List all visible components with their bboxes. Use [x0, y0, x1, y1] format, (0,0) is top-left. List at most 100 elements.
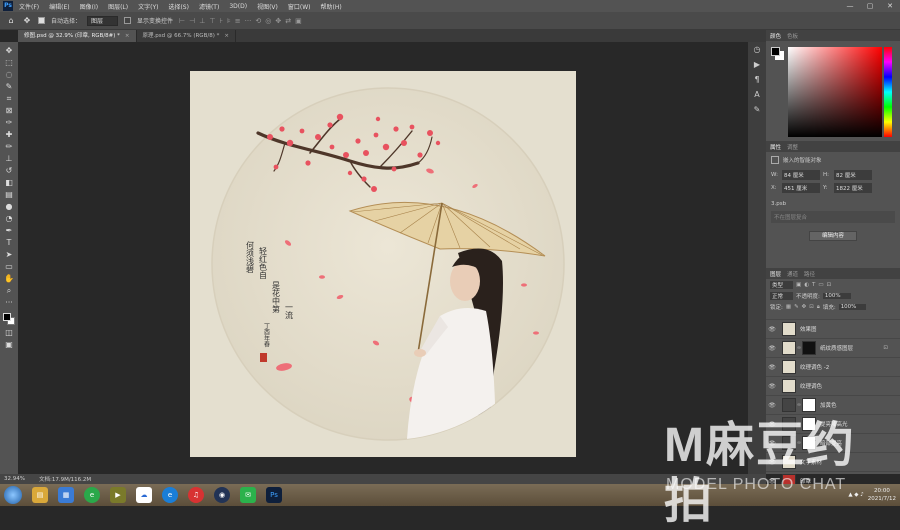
smart-filter-icon[interactable]: ⊡	[827, 282, 832, 288]
ie-icon[interactable]: e	[162, 487, 178, 503]
visibility-eye-icon[interactable]: 👁︎	[766, 440, 778, 447]
3d-slide-icon[interactable]: ⇄	[285, 17, 291, 25]
brush-settings-icon[interactable]: ✎	[754, 105, 761, 114]
wechat-icon[interactable]: ✉	[240, 487, 256, 503]
picker-foreground[interactable]	[771, 47, 780, 56]
tab-layers[interactable]: 图层	[770, 270, 781, 278]
menu-3d[interactable]: 3D(D)	[229, 3, 247, 10]
start-button[interactable]	[4, 486, 22, 504]
netease-music-icon[interactable]: ♫	[188, 487, 204, 503]
shape-filter-icon[interactable]: ▭	[818, 282, 823, 288]
actions-icon[interactable]: ▶	[754, 60, 760, 69]
menu-help[interactable]: 帮助(H)	[321, 2, 342, 11]
h-field[interactable]: 82 厘米	[834, 170, 872, 180]
layer-row[interactable]: 👁︎ ∞ 纸纹质感图层 ⊡	[766, 338, 900, 357]
layer-mask-thumbnail[interactable]	[802, 398, 816, 412]
shape-tool-icon[interactable]: ▭	[2, 261, 16, 272]
blend-mode-dropdown[interactable]: 正常	[770, 292, 794, 300]
more-icon[interactable]: ···	[245, 17, 252, 25]
hand-tool-icon[interactable]: ✋	[2, 273, 16, 284]
photoshop-taskbar-icon[interactable]: Ps	[266, 487, 282, 503]
layer-comp-field[interactable]: 不在图层复合	[771, 211, 895, 223]
3d-scale-icon[interactable]: ▣	[295, 17, 302, 25]
saturation-value-field[interactable]	[788, 47, 882, 137]
media-player-icon[interactable]: ▶	[110, 487, 126, 503]
tray-icons[interactable]: ▲ ◆ ♪	[848, 492, 863, 498]
explorer-icon[interactable]: ▤	[32, 487, 48, 503]
tab-paths[interactable]: 路径	[804, 270, 815, 278]
gradient-tool-icon[interactable]: ▤	[2, 189, 16, 200]
visibility-eye-icon[interactable]: 👁︎	[766, 326, 778, 333]
layer-row[interactable]: 👁︎ ∞ 暗部提亮	[766, 433, 900, 452]
3d-mode-icon[interactable]: ⟲	[255, 17, 261, 25]
type-tool-icon[interactable]: T	[2, 237, 16, 248]
menu-file[interactable]: 文件(F)	[19, 2, 39, 11]
color-swatches[interactable]	[2, 312, 16, 326]
tab-properties[interactable]: 属性	[770, 143, 781, 151]
tab-channels[interactable]: 通道	[787, 270, 798, 278]
visibility-eye-icon[interactable]: 👁︎	[766, 421, 778, 428]
align-left-icon[interactable]: ⊢	[179, 17, 185, 25]
tab-adjustments[interactable]: 调整	[787, 143, 798, 151]
quick-mask-icon[interactable]: ◫	[2, 327, 16, 338]
layer-mask-thumbnail[interactable]	[802, 436, 816, 450]
menu-image[interactable]: 图像(I)	[80, 2, 98, 11]
menu-edit[interactable]: 编辑(E)	[49, 2, 69, 11]
zoom-level[interactable]: 32.94%	[4, 476, 25, 482]
adjust-filter-icon[interactable]: ◐	[804, 282, 809, 288]
minimize-button[interactable]: —	[840, 0, 860, 12]
lasso-tool-icon[interactable]: ◌	[2, 69, 16, 80]
3d-pan-icon[interactable]: ✥	[275, 17, 281, 25]
clock[interactable]: 20:00 2021/7/12	[868, 487, 896, 503]
layer-mask-thumbnail[interactable]	[802, 417, 816, 431]
y-field[interactable]: 1822 厘米	[834, 183, 872, 193]
paragraph-icon[interactable]: ¶	[754, 75, 759, 84]
align-middle-icon[interactable]: ⊦	[219, 17, 223, 25]
type-filter-icon[interactable]: T	[812, 282, 815, 288]
stamp-tool-icon[interactable]: ⊥	[2, 153, 16, 164]
history-icon[interactable]: ◷	[754, 45, 761, 54]
move-tool-icon[interactable]: ✥	[2, 45, 16, 56]
menu-window[interactable]: 窗口(W)	[288, 2, 311, 11]
show-transform-checkbox[interactable]	[124, 17, 132, 24]
layer-row[interactable]: 👁︎ 纹理调色	[766, 376, 900, 395]
menu-type[interactable]: 文字(Y)	[138, 2, 158, 11]
visibility-eye-icon[interactable]: 👁︎	[766, 345, 778, 352]
maximize-button[interactable]: ▢	[860, 0, 880, 12]
close-tab-icon[interactable]: ×	[125, 33, 130, 39]
distribute-icon[interactable]: ≡	[235, 17, 241, 25]
visibility-eye-icon[interactable]: 👁︎	[766, 459, 778, 466]
lock-pixels-icon[interactable]: ▦	[786, 304, 791, 311]
frame-tool-icon[interactable]: ⊠	[2, 105, 16, 116]
eyedropper-tool-icon[interactable]: ✑	[2, 117, 16, 128]
fill-field[interactable]: 100%	[838, 304, 867, 310]
layer-mask-thumbnail[interactable]	[802, 341, 816, 355]
browser-360-icon[interactable]: e	[84, 487, 100, 503]
home-icon[interactable]: ⌂	[6, 16, 16, 26]
align-right-icon[interactable]: ⊥	[199, 17, 205, 25]
tab-document-2[interactable]: 原理.psd @ 66.7% (RGB/8) * ×	[136, 30, 236, 42]
menu-filter[interactable]: 滤镜(T)	[199, 2, 219, 11]
lock-move-icon[interactable]: ✥	[802, 304, 807, 311]
menu-layer[interactable]: 图层(L)	[108, 2, 128, 11]
pixel-filter-icon[interactable]: ▣	[796, 282, 801, 288]
tab-document-1[interactable]: 修图.psd @ 32.9% (印章, RGB/8#) * ×	[18, 30, 137, 42]
visibility-eye-icon[interactable]: 👁︎	[766, 364, 778, 371]
more-tools-icon[interactable]: ···	[2, 297, 16, 308]
layer-row[interactable]: 👁︎ 效果图	[766, 319, 900, 338]
marquee-tool-icon[interactable]: ⬚	[2, 57, 16, 68]
app-icon[interactable]: ▦	[58, 487, 74, 503]
zoom-tool-icon[interactable]: ⌕	[2, 285, 16, 296]
close-tab-icon[interactable]: ×	[224, 33, 229, 39]
lock-all-icon[interactable]: 🔒︎	[817, 304, 820, 311]
align-top-icon[interactable]: ⊤	[209, 17, 215, 25]
hue-slider[interactable]	[884, 47, 892, 137]
auto-select-checkbox[interactable]	[38, 17, 45, 24]
3d-rotate-icon[interactable]: ◎	[265, 17, 271, 25]
healing-brush-icon[interactable]: ✚	[2, 129, 16, 140]
edit-contents-button[interactable]: 编辑内容	[809, 231, 857, 241]
eraser-tool-icon[interactable]: ◧	[2, 177, 16, 188]
layer-row[interactable]: 👁︎ 文字素材	[766, 452, 900, 471]
cloud-icon[interactable]: ☁	[136, 487, 152, 503]
tab-color[interactable]: 颜色	[770, 32, 781, 40]
